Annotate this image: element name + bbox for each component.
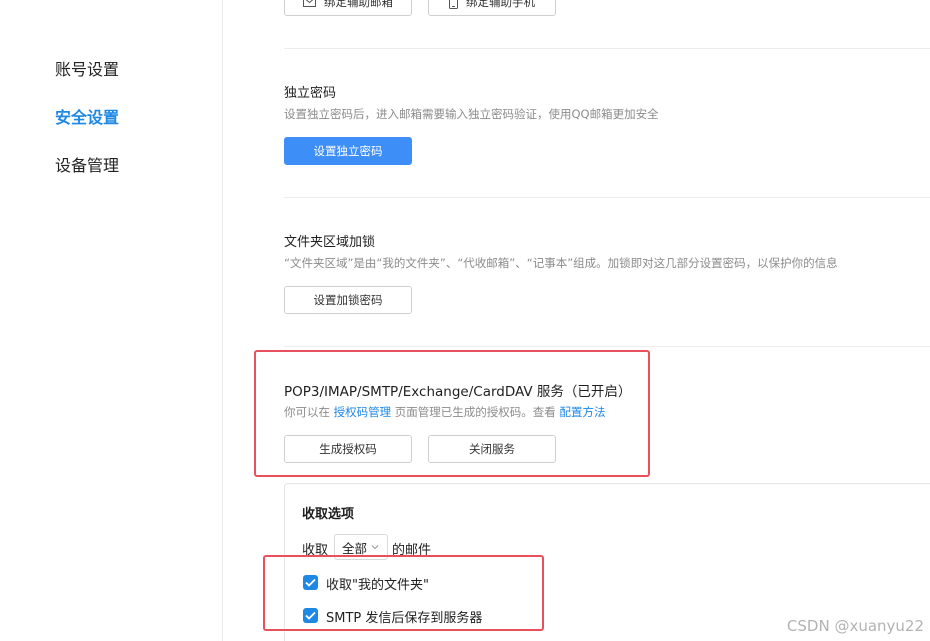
receive-prefix-label: 收取 (302, 543, 329, 558)
service-desc-middle: 页面管理已生成的授权码。查看 (391, 405, 560, 419)
sidebar-item-device-management[interactable]: 设备管理 (55, 152, 119, 176)
set-independent-password-button[interactable]: 设置独立密码 (284, 137, 412, 165)
settings-page: 账号设置 安全设置 设备管理 绑定辅助邮箱 绑定辅助手机 独立密码 设置独立密码… (0, 0, 930, 641)
service-desc-prefix: 你可以在 (284, 405, 334, 419)
generate-auth-code-button[interactable]: 生成授权码 (284, 435, 412, 463)
smtp-save-to-server-checkbox[interactable] (303, 608, 318, 623)
main-content: 绑定辅助邮箱 绑定辅助手机 独立密码 设置独立密码后，进入邮箱需要输入独立密码验… (284, 0, 930, 641)
chevron-down-icon (371, 545, 379, 550)
receive-my-folders-label: 收取"我的文件夹" (326, 578, 429, 593)
sidebar: 账号设置 安全设置 设备管理 (0, 0, 223, 641)
folder-lock-title: 文件夹区域加锁 (284, 235, 376, 250)
receive-options-title: 收取选项 (302, 507, 355, 522)
watermark: CSDN @xuanyu22 (786, 617, 924, 635)
folder-lock-desc: “文件夹区域”是由“我的文件夹”、“代收邮箱”、“记事本”组成。加锁即对这几部分… (284, 256, 838, 270)
independent-password-desc: 设置独立密码后，进入邮箱需要输入独立密码验证，使用QQ邮箱更加安全 (284, 107, 659, 121)
receive-suffix-label: 的邮件 (392, 543, 432, 558)
set-lock-password-button[interactable]: 设置加锁密码 (284, 286, 412, 314)
bind-backup-phone-label: 绑定辅助手机 (466, 0, 535, 9)
sidebar-item-security-settings[interactable]: 安全设置 (55, 104, 119, 128)
service-title: POP3/IMAP/SMTP/Exchange/CardDAV 服务（已开启） (284, 384, 632, 400)
smtp-save-to-server-label: SMTP 发信后保存到服务器 (326, 611, 483, 626)
config-method-link[interactable]: 配置方法 (559, 405, 605, 419)
section-divider (284, 197, 930, 198)
close-service-button[interactable]: 关闭服务 (428, 435, 556, 463)
independent-password-title: 独立密码 (284, 86, 337, 101)
checkmark-icon (305, 611, 316, 620)
phone-icon (449, 0, 458, 9)
checkmark-icon (305, 578, 316, 587)
service-desc: 你可以在 授权码管理 页面管理已生成的授权码。查看 配置方法 (284, 404, 605, 420)
receive-scope-select[interactable]: 全部 (334, 534, 388, 560)
section-divider (284, 346, 930, 347)
auth-code-management-link[interactable]: 授权码管理 (334, 405, 392, 419)
bind-backup-email-button[interactable]: 绑定辅助邮箱 (284, 0, 412, 16)
receive-my-folders-checkbox[interactable] (303, 575, 318, 590)
sidebar-item-account-settings[interactable]: 账号设置 (55, 56, 119, 80)
receive-scope-value: 全部 (342, 540, 368, 556)
mail-icon (303, 0, 316, 7)
section-divider (284, 48, 930, 49)
bind-backup-email-label: 绑定辅助邮箱 (324, 0, 393, 9)
bind-backup-phone-button[interactable]: 绑定辅助手机 (428, 0, 556, 16)
